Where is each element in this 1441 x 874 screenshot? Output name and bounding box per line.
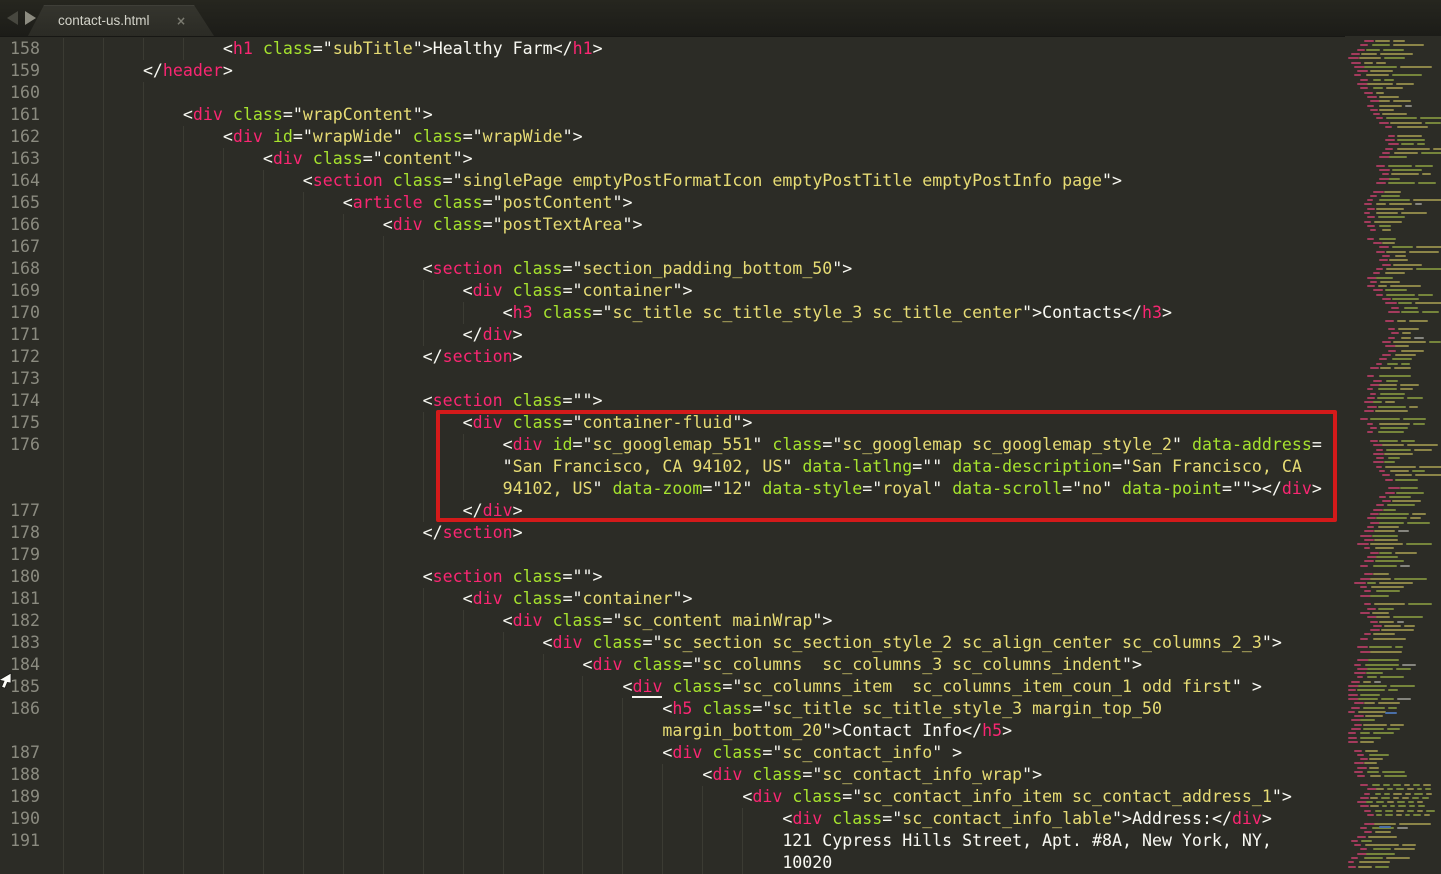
line-number: 168 xyxy=(0,258,40,280)
line-number: 189 xyxy=(0,786,40,808)
line-number: 164 xyxy=(0,170,40,192)
line-number: 176 xyxy=(0,434,40,456)
code-row: 190 <div class="sc_contact_info_lable">A… xyxy=(0,808,1345,830)
code-row: 186 <h5 class="sc_title sc_title_style_3… xyxy=(0,698,1345,720)
line-number: 191 xyxy=(0,830,40,852)
code-row: 10020 xyxy=(0,852,1345,874)
minimap[interactable] xyxy=(1345,36,1441,874)
nav-back-icon[interactable] xyxy=(7,11,18,25)
code-row: 178 </section> xyxy=(0,522,1345,544)
code-row: 160 xyxy=(0,82,1345,104)
code-area[interactable]: 158 <h1 class="subTitle">Healthy Farm</h… xyxy=(0,36,1345,874)
code-row: 166 <div class="postTextArea"> xyxy=(0,214,1345,236)
code-row: 165 <article class="postContent"> xyxy=(0,192,1345,214)
line-number: 188 xyxy=(0,764,40,786)
code-row: 182 <div class="sc_content mainWrap"> xyxy=(0,610,1345,632)
code-row: 176 <div id="sc_googlemap_551" class="sc… xyxy=(0,434,1345,456)
line-number: 160 xyxy=(0,82,40,104)
code-row: "San Francisco, CA 94102, US" data-latln… xyxy=(0,456,1345,478)
line-number: 170 xyxy=(0,302,40,324)
line-number: 161 xyxy=(0,104,40,126)
line-number: 181 xyxy=(0,588,40,610)
line-number: 173 xyxy=(0,368,40,390)
line-number: 186 xyxy=(0,698,40,720)
code-row: 189 <div class="sc_contact_info_item sc_… xyxy=(0,786,1345,808)
code-row: 169 <div class="container"> xyxy=(0,280,1345,302)
tab-nav-arrows xyxy=(7,11,36,25)
code-row: 170 <h3 class="sc_title sc_title_style_3… xyxy=(0,302,1345,324)
line-number xyxy=(0,852,40,874)
line-number: 171 xyxy=(0,324,40,346)
code-row: 171 </div> xyxy=(0,324,1345,346)
code-row: 172 </section> xyxy=(0,346,1345,368)
line-number: 165 xyxy=(0,192,40,214)
line-number: 163 xyxy=(0,148,40,170)
line-number xyxy=(0,478,40,500)
code-row: 173 xyxy=(0,368,1345,390)
line-number: 159 xyxy=(0,60,40,82)
line-number: 158 xyxy=(0,38,40,60)
code-row: 187 <div class="sc_contact_info" > xyxy=(0,742,1345,764)
code-row: 94102, US" data-zoom="12" data-style="ro… xyxy=(0,478,1345,500)
line-number: 169 xyxy=(0,280,40,302)
code-row: 168 <section class="section_padding_bott… xyxy=(0,258,1345,280)
line-number xyxy=(0,720,40,742)
code-row: 162 <div id="wrapWide" class="wrapWide"> xyxy=(0,126,1345,148)
line-number xyxy=(0,456,40,478)
line-number: 175 xyxy=(0,412,40,434)
code-row: 167 xyxy=(0,236,1345,258)
close-icon[interactable]: × xyxy=(176,15,186,27)
code-row: 158 <h1 class="subTitle">Healthy Farm</h… xyxy=(0,38,1345,60)
line-number: 172 xyxy=(0,346,40,368)
line-number: 174 xyxy=(0,390,40,412)
code-row: 184 <div class="sc_columns sc_columns_3 … xyxy=(0,654,1345,676)
code-row: 180 <section class=""> xyxy=(0,566,1345,588)
nav-forward-icon[interactable] xyxy=(25,11,36,25)
line-number: 190 xyxy=(0,808,40,830)
tab-bar: contact-us.html × xyxy=(0,0,1441,37)
code-row: 191 121 Cypress Hills Street, Apt. #8A, … xyxy=(0,830,1345,852)
code-row: 161 <div class="wrapContent"> xyxy=(0,104,1345,126)
tab-title: contact-us.html xyxy=(58,13,150,28)
line-number: 182 xyxy=(0,610,40,632)
line-number: 183 xyxy=(0,632,40,654)
sublime-window: { "window": { "tab": { "title": "contact… xyxy=(0,0,1441,874)
line-number: 166 xyxy=(0,214,40,236)
code-row: 188 <div class="sc_contact_info_wrap"> xyxy=(0,764,1345,786)
code-row: 177 </div> xyxy=(0,500,1345,522)
line-number: 162 xyxy=(0,126,40,148)
line-number: 184 xyxy=(0,654,40,676)
line-number: 167 xyxy=(0,236,40,258)
line-number: 187 xyxy=(0,742,40,764)
code-row: 181 <div class="container"> xyxy=(0,588,1345,610)
code-row: 183 <div class="sc_section sc_section_st… xyxy=(0,632,1345,654)
code-row: 159 </header> xyxy=(0,60,1345,82)
tab-contact-us[interactable]: contact-us.html × xyxy=(28,5,214,36)
code-row: 179 xyxy=(0,544,1345,566)
line-number: 178 xyxy=(0,522,40,544)
code-row: 164 <section class="singlePage emptyPost… xyxy=(0,170,1345,192)
line-number: 179 xyxy=(0,544,40,566)
code-row: margin_bottom_20">Contact Info</h5> xyxy=(0,720,1345,742)
code-row: 175 <div class="container-fluid"> xyxy=(0,412,1345,434)
code-row: 174 <section class=""> xyxy=(0,390,1345,412)
line-number: 180 xyxy=(0,566,40,588)
code-row: 163 <div class="content"> xyxy=(0,148,1345,170)
line-number: 177 xyxy=(0,500,40,522)
line-number: 185 xyxy=(0,676,40,698)
code-row: 185 <div class="sc_columns_item sc_colum… xyxy=(0,676,1345,698)
